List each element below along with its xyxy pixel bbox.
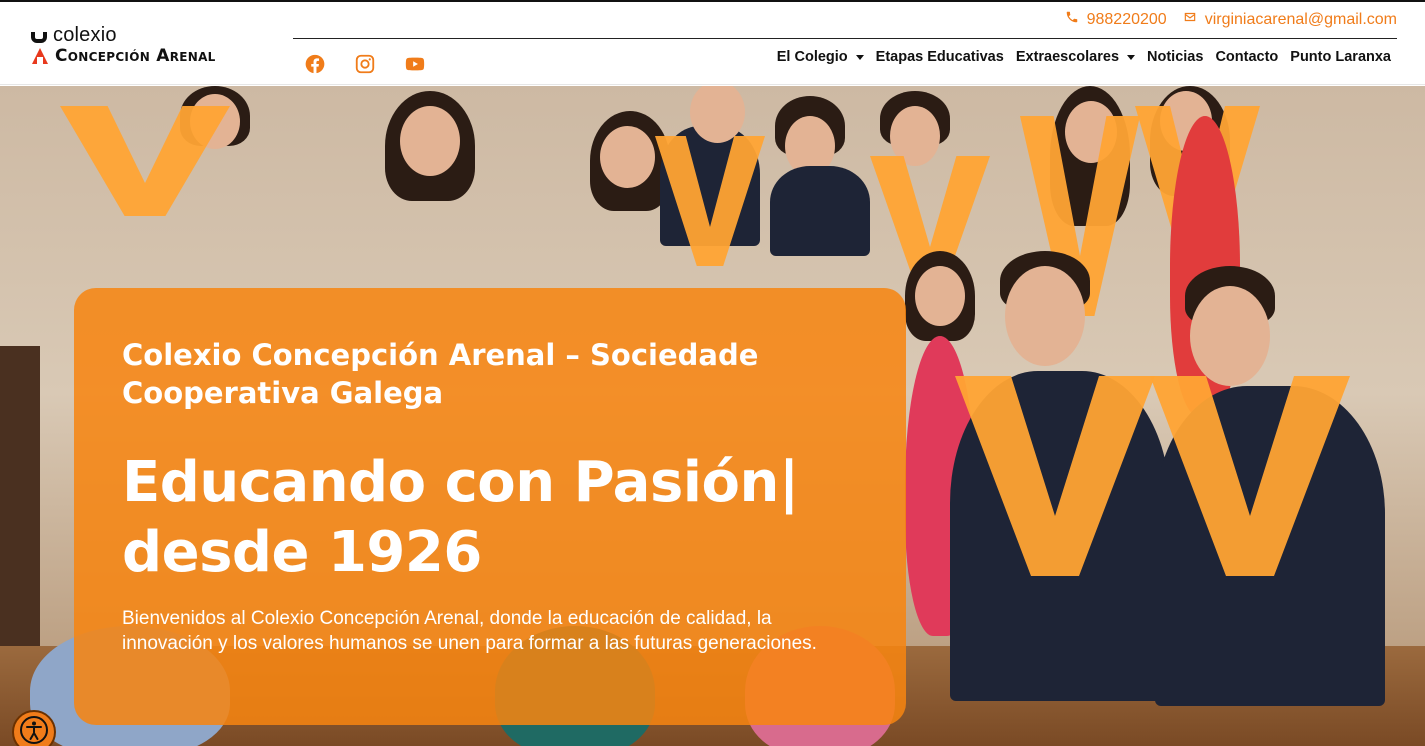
logo-line-2: Concepción Arenal: [55, 46, 216, 66]
phone-number: 988220200: [1086, 10, 1167, 28]
email-link[interactable]: virginiacarenal@gmail.com: [1183, 10, 1397, 29]
nav-el-colegio[interactable]: El Colegio: [777, 49, 864, 65]
accessibility-button[interactable]: [12, 710, 56, 746]
social-links: [304, 53, 426, 75]
nav-label: Etapas Educativas: [875, 49, 1004, 65]
nav-label: Punto Laranxa: [1290, 49, 1391, 65]
email-address: virginiacarenal@gmail.com: [1204, 10, 1397, 28]
site-header: colexio Concepción Arenal 988220200 virg…: [0, 2, 1425, 85]
main-nav: El Colegio Etapas Educativas Extraescola…: [777, 49, 1391, 65]
hero-title-bold: Colexio Concepción Arenal –: [122, 338, 580, 372]
header-divider: [293, 38, 1397, 39]
chevron-down-icon: [855, 54, 864, 60]
nav-label: Noticias: [1147, 49, 1204, 65]
nav-punto-laranxa[interactable]: Punto Laranxa: [1290, 49, 1391, 65]
logo-a-mark: [32, 48, 48, 64]
youtube-icon[interactable]: [404, 53, 426, 75]
hero-background-pillar: [0, 346, 40, 646]
nav-label: Contacto: [1215, 49, 1279, 65]
nav-extraescolares[interactable]: Extraescolares: [1015, 49, 1136, 65]
phone-link[interactable]: 988220200: [1065, 10, 1167, 29]
nav-contacto[interactable]: Contacto: [1215, 49, 1278, 65]
facebook-icon[interactable]: [304, 53, 326, 75]
envelope-icon: [1183, 10, 1197, 29]
nav-label: El Colegio: [776, 49, 848, 65]
site-logo[interactable]: colexio Concepción Arenal: [31, 24, 276, 70]
hero-section: Colexio Concepción Arenal – Sociedade Co…: [0, 86, 1425, 746]
hero-description: Bienvenidos al Colexio Concepción Arenal…: [122, 608, 817, 654]
phone-icon: [1065, 10, 1079, 29]
instagram-icon[interactable]: [354, 53, 376, 75]
logo-line-1: colexio: [53, 24, 117, 46]
nav-etapas-educativas[interactable]: Etapas Educativas: [876, 49, 1004, 65]
hero-headline: Educando con Pasión| desde 1926: [122, 450, 799, 585]
contact-bar: 988220200 virginiacarenal@gmail.com: [1065, 10, 1397, 29]
accessibility-icon: [19, 715, 49, 746]
nav-label: Extraescolares: [1015, 49, 1120, 65]
hero-title: Colexio Concepción Arenal – Sociedade Co…: [122, 336, 822, 412]
logo-u-mark: [31, 32, 47, 43]
hero-overlay-card: Colexio Concepción Arenal – Sociedade Co…: [74, 288, 906, 725]
chevron-down-icon: [1127, 54, 1136, 60]
nav-noticias[interactable]: Noticias: [1147, 49, 1203, 65]
